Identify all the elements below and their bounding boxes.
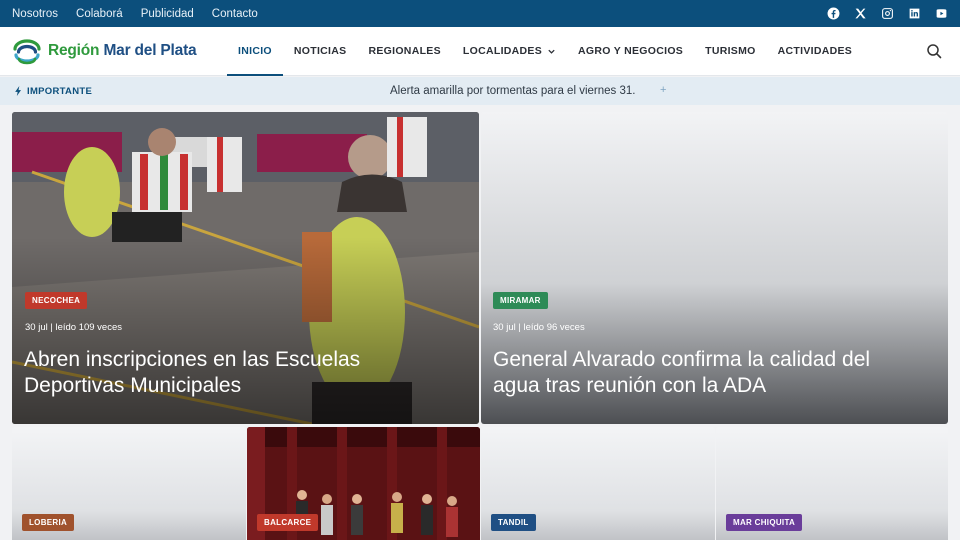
featured-card-1[interactable]: NECOCHEA 30 jul | leído 109 veces Abren …	[12, 112, 479, 424]
card-meta: 30 jul | leído 96 veces	[493, 322, 585, 333]
site-logo[interactable]: Región Mar del Plata	[12, 36, 227, 66]
main-nav: INICIO NOTICIAS REGIONALES LOCALIDADES A…	[227, 27, 863, 76]
news-card-loberia[interactable]: LOBERIA	[12, 427, 246, 540]
news-card-tandil[interactable]: TANDIL	[481, 427, 715, 540]
top-links: Nosotros Colaborá Publicidad Contacto	[12, 8, 258, 20]
x-icon[interactable]	[854, 7, 867, 20]
nav-label: ACTIVIDADES	[777, 45, 853, 57]
featured-card-2[interactable]: MIRAMAR 30 jul | leído 96 veces General …	[481, 112, 948, 424]
headline-line: General Alvarado confirma la calidad del	[493, 348, 871, 371]
card-meta: 30 jul | leído 109 veces	[25, 322, 123, 333]
top-bar: Nosotros Colaborá Publicidad Contacto	[0, 0, 960, 27]
linkedin-icon[interactable]	[908, 7, 921, 20]
card-headline[interactable]: General Alvarado confirma la calidad del…	[493, 347, 943, 399]
nav-label: INICIO	[238, 45, 272, 57]
ticker-headline[interactable]: Alerta amarilla por tormentas para el vi…	[390, 85, 635, 97]
instagram-icon[interactable]	[881, 7, 894, 20]
breaking-news-ticker: IMPORTANTE Alerta amarilla por tormentas…	[0, 77, 960, 105]
link-nosotros[interactable]: Nosotros	[12, 8, 58, 20]
nav-turismo[interactable]: TURISMO	[694, 27, 767, 76]
category-badge[interactable]: MIRAMAR	[493, 292, 548, 309]
nav-label: TURISMO	[705, 45, 756, 57]
category-badge[interactable]: NECOCHEA	[25, 292, 88, 309]
link-contacto[interactable]: Contacto	[212, 8, 258, 20]
social-links	[827, 7, 948, 20]
category-badge[interactable]: BALCARCE	[257, 514, 319, 531]
ticker-label: IMPORTANTE	[14, 86, 174, 97]
facebook-icon[interactable]	[827, 7, 840, 20]
nav-agro-negocios[interactable]: AGRO Y NEGOCIOS	[567, 27, 694, 76]
nav-label: AGRO Y NEGOCIOS	[578, 45, 684, 57]
nav-localidades[interactable]: LOCALIDADES	[452, 27, 567, 76]
nav-label: LOCALIDADES	[462, 45, 543, 57]
headline-line: agua tras reunión con la ADA	[493, 374, 767, 397]
news-card-balcarce[interactable]: BALCARCE	[247, 427, 480, 540]
link-publicidad[interactable]: Publicidad	[141, 8, 194, 20]
headline-line: Abren inscripciones en las Escuelas	[24, 348, 361, 371]
lightning-icon	[15, 86, 21, 96]
card-headline[interactable]: Abren inscripciones en las Escuelas Depo…	[24, 347, 464, 399]
nav-actividades[interactable]: ACTIVIDADES	[767, 27, 863, 76]
nav-regionales[interactable]: REGIONALES	[357, 27, 451, 76]
logo-text-region: Región	[48, 42, 100, 59]
logo-text: Región Mar del Plata	[48, 42, 197, 60]
category-badge[interactable]: MAR CHIQUITA	[726, 514, 803, 531]
chevron-down-icon	[548, 49, 555, 54]
category-badge[interactable]: TANDIL	[491, 514, 536, 531]
link-colabora[interactable]: Colaborá	[76, 8, 123, 20]
category-badge[interactable]: LOBERIA	[22, 514, 75, 531]
logo-icon	[13, 39, 41, 65]
ticker-plus-icon[interactable]: +	[660, 84, 666, 96]
news-card-mar-chiquita[interactable]: MAR CHIQUITA	[716, 427, 948, 540]
logo-text-mdp: Mar del Plata	[103, 42, 197, 59]
nav-noticias[interactable]: NOTICIAS	[283, 27, 358, 76]
nav-label: REGIONALES	[368, 45, 441, 57]
ticker-label-text: IMPORTANTE	[27, 85, 93, 97]
site-header: Región Mar del Plata INICIO NOTICIAS REG…	[0, 27, 960, 76]
youtube-icon[interactable]	[935, 7, 948, 20]
search-icon[interactable]	[926, 43, 942, 59]
nav-inicio[interactable]: INICIO	[227, 27, 283, 76]
headline-line: Deportivas Municipales	[24, 374, 242, 397]
nav-label: NOTICIAS	[293, 45, 347, 57]
